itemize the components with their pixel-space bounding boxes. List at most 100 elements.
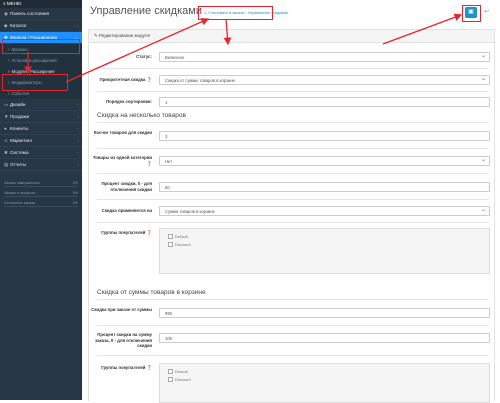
checkbox-discount[interactable]: Discount	[160, 376, 489, 384]
stat-label: Заказы завершенные	[4, 181, 40, 185]
order-sum-input[interactable]: 990	[159, 308, 490, 318]
sidebar-item-sales[interactable]: ▼Продажи ›	[0, 111, 82, 123]
section-divider	[97, 299, 489, 300]
chevron-right-icon: ›	[76, 162, 78, 167]
percent-input[interactable]: 50	[159, 182, 490, 192]
edit-module-panel: ✎ Редактирование модуля Статус: Включено…	[88, 29, 495, 403]
customer-groups-label-text: Группы покупателей	[101, 365, 146, 370]
menu-header: ≡ МЕНЮ	[0, 0, 82, 8]
stat-value: 0%	[72, 201, 78, 205]
sidebar-item-system[interactable]: ✱ Система ›	[0, 147, 82, 159]
stat-bar	[4, 206, 78, 207]
customer-groups-box: Default Discount	[159, 363, 490, 403]
checkbox-label: Discount	[175, 377, 191, 382]
row-divider	[97, 199, 489, 200]
panel-heading: ✎ Редактирование модуля	[89, 30, 494, 43]
row-divider	[97, 91, 489, 92]
sidebar-item-dashboard[interactable]: ◉ Панель состояния	[0, 8, 82, 20]
applies-to-label: Скидка применяется на	[101, 208, 152, 213]
highlight-box-modules	[2, 74, 68, 91]
stat-other-orders: Остальные заказы 0%	[0, 201, 82, 207]
chevron-right-icon: ›	[76, 150, 78, 155]
same-category-label-text: Товары из одной категории	[92, 155, 152, 160]
stat-value: 0%	[72, 181, 78, 185]
back-button[interactable]: ↩	[481, 7, 492, 18]
highlight-box-save	[462, 5, 481, 22]
stat-completed-orders: Заказы завершенные 0%	[0, 181, 82, 187]
checkbox-default[interactable]: Default	[160, 233, 489, 241]
chevron-right-icon: ›	[76, 114, 78, 119]
chevron-right-icon: ›	[76, 23, 78, 28]
same-category-label: Товары из одной категории ❓	[89, 155, 152, 166]
row-divider	[97, 222, 489, 223]
customer-groups-box: Default Discount	[159, 228, 490, 274]
stat-value: 0%	[72, 191, 78, 195]
section-divider	[97, 122, 489, 123]
percent-label: Процент скидки, 0 - для отключения скидк…	[101, 181, 152, 192]
section-title-cart-total: Скидка от суммы товаров в корзине	[97, 289, 206, 296]
checkbox-label: Discount	[175, 242, 191, 247]
help-icon[interactable]: ❓	[147, 230, 152, 235]
reply-icon: ↩	[483, 9, 490, 15]
hamburger-icon[interactable]: ≡	[3, 1, 6, 6]
stat-processing-orders: Заказы в процессе 0%	[0, 191, 82, 197]
sidebar-item-customers[interactable]: ● Клиенты ›	[0, 123, 82, 135]
sidebar: ≡ МЕНЮ ◉ Панель состояния ◆ Каталог › ✚ Моду…	[0, 0, 82, 400]
subitem-label: Установка расширений	[11, 58, 57, 63]
sort-order-input[interactable]: 1	[159, 97, 490, 107]
checkbox-label: Default	[175, 234, 188, 239]
sidebar-item-reports[interactable]: ▤ Отчеты ›	[0, 159, 82, 171]
percent-sum-input[interactable]: 100	[159, 333, 490, 343]
priority-select[interactable]: Скидка от суммы товаров в корзине	[159, 74, 490, 85]
status-select[interactable]: Включено	[159, 51, 490, 62]
stat-label: Заказы в процессе	[4, 191, 36, 195]
help-icon[interactable]: ❓	[147, 77, 152, 82]
checkbox-icon	[168, 242, 173, 248]
section-title-multi-product: Скидка на несколько товаров	[97, 112, 186, 119]
help-icon[interactable]: ❓	[147, 161, 152, 166]
subitem-label: События	[11, 91, 29, 96]
chevron-right-icon: ›	[76, 102, 78, 107]
sidebar-item-label: Панель состояния	[10, 11, 50, 16]
help-icon[interactable]: ❓	[147, 365, 152, 370]
sidebar-item-label: Отчеты	[10, 162, 26, 167]
same-category-select[interactable]: Нет	[159, 155, 490, 166]
sort-order-label: Порядок сортировки:	[106, 99, 152, 104]
row-divider	[97, 68, 489, 69]
sidebar-subitem-installer[interactable]: › Установка расширений	[0, 55, 82, 66]
status-label: Статус:	[136, 54, 152, 59]
row-divider	[97, 355, 489, 356]
customer-groups-label-text: Группы покупателей	[101, 230, 146, 235]
stat-bar	[4, 196, 78, 197]
page-title: Управление скидками	[90, 5, 202, 17]
row-divider	[97, 325, 489, 326]
highlight-box-breadcrumb	[198, 6, 273, 20]
customer-groups-label: Группы покупателей ❓	[89, 365, 152, 371]
row-divider	[97, 173, 489, 174]
sidebar-item-catalog[interactable]: ◆ Каталог ›	[0, 20, 82, 32]
sidebar-item-design[interactable]: ▭ Дизайн ›	[0, 99, 82, 111]
page-header: Управление скидками ⌂ Учитывать в заказе…	[82, 0, 500, 27]
checkbox-icon	[168, 234, 173, 240]
sidebar-item-label: Система	[10, 150, 29, 155]
bullet-icon: ›	[8, 58, 10, 64]
stat-label: Остальные заказы	[4, 201, 36, 205]
row-divider	[97, 148, 489, 149]
checkbox-label: Default	[175, 369, 188, 374]
order-sum-label: Скидка при заказе от суммы	[91, 307, 152, 312]
chevron-right-icon: ›	[76, 126, 78, 131]
sidebar-item-label: Клиенты	[10, 126, 29, 131]
checkbox-default[interactable]: Default	[160, 368, 489, 376]
checkbox-discount[interactable]: Discount	[160, 241, 489, 249]
quantity-input[interactable]: 3	[159, 131, 490, 141]
sidebar-item-marketing[interactable]: ≺ Маркетинг ›	[0, 135, 82, 147]
quantity-label: Кол-во товаров для скидки	[93, 130, 152, 135]
bullet-icon: ›	[8, 91, 10, 97]
priority-label: Приоритетная скидка ❓	[89, 77, 153, 83]
menu-label: МЕНЮ	[6, 1, 22, 6]
priority-label-text: Приоритетная скидка	[99, 77, 146, 82]
applies-to-select[interactable]: Сумма товаров в корзине	[159, 205, 490, 216]
sidebar-item-label: Продажи	[10, 114, 30, 119]
sidebar-item-label: Каталог	[10, 23, 27, 28]
chevron-right-icon: ›	[76, 138, 78, 143]
